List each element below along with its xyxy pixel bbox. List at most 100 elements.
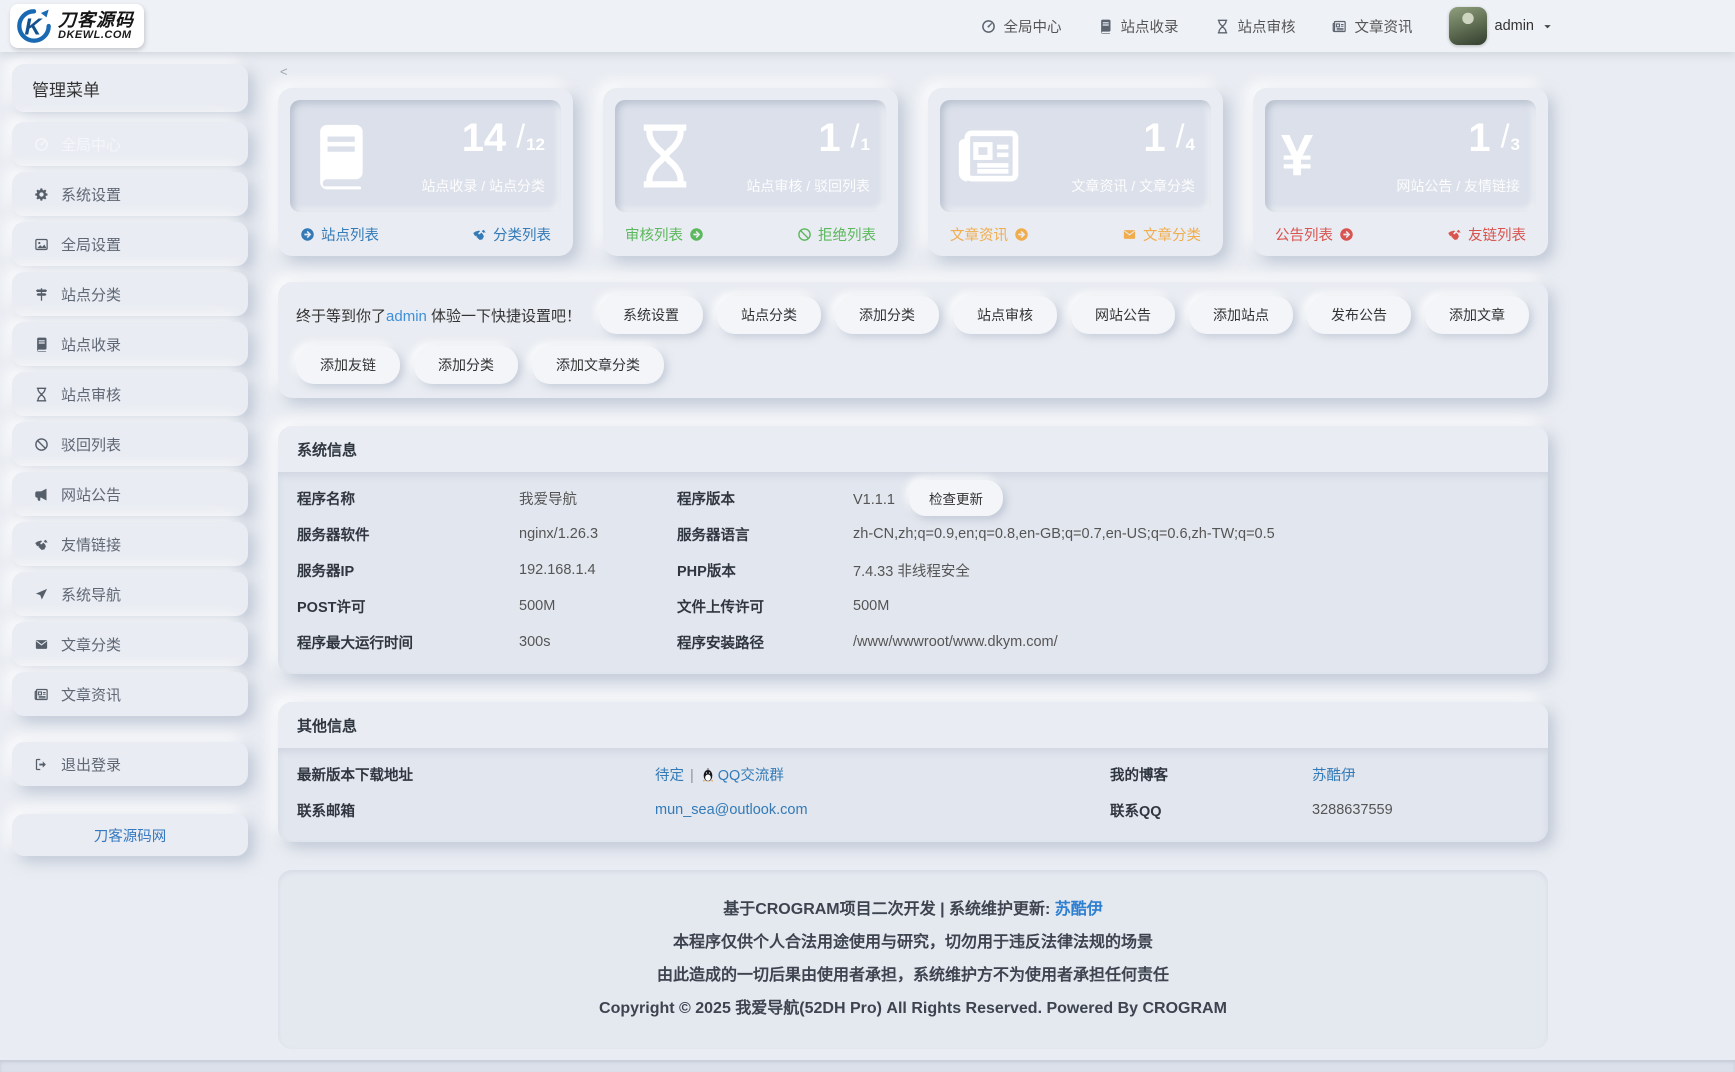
- nav-item-site-review[interactable]: 站点审核: [1215, 16, 1296, 37]
- stat-card-articles: 1 / 4 文章资讯 / 文章分类 文章资讯 文章分类: [928, 88, 1223, 256]
- category-list-link[interactable]: 分类列表: [472, 224, 551, 245]
- other-info-panel: 其他信息 最新版本下载地址 待定|QQ交流群 我的博客 苏酷伊 联系邮箱 mun…: [278, 702, 1548, 842]
- table-row: 最新版本下载地址 待定|QQ交流群 我的博客 苏酷伊: [297, 756, 1529, 792]
- nav-item-label: 全局中心: [1004, 16, 1062, 37]
- footer-line-copyright: Copyright © 2025 我爱导航(52DH Pro) All Righ…: [278, 994, 1548, 1018]
- quick-button-add-site[interactable]: 添加站点: [1189, 296, 1293, 334]
- sidebar-item-label: 站点审核: [61, 384, 121, 405]
- sidebar-item-label: 系统导航: [61, 584, 121, 605]
- stat-value: 1 / 3: [1468, 118, 1520, 158]
- announcement-list-link[interactable]: 公告列表: [1275, 224, 1354, 245]
- yen-icon: ¥: [1281, 127, 1313, 185]
- email-link[interactable]: mun_sea@outlook.com: [655, 802, 808, 818]
- qq-icon: [700, 768, 718, 784]
- table-row: 服务器IP 192.168.1.4 PHP版本 7.4.33 非线程安全: [297, 552, 1529, 588]
- stat-caption: 文章资讯 / 文章分类: [1071, 176, 1195, 196]
- sidebar-item-global-settings[interactable]: 全局设置: [12, 222, 248, 266]
- sidebar-item-system-nav[interactable]: 系统导航: [12, 572, 248, 616]
- sidebar-item-articles[interactable]: 文章资讯: [12, 672, 248, 716]
- sidebar-item-friend-links[interactable]: 友情链接: [12, 522, 248, 566]
- stat-card-review: 1 / 1 站点审核 / 驳回列表 审核列表 拒绝列表: [603, 88, 898, 256]
- stat-card-announcements: ¥ 1 / 3 网站公告 / 友情链接 公告列表 友链列表: [1253, 88, 1548, 256]
- book-icon: [1098, 19, 1113, 34]
- quick-setup-panel: 终于等到你了admin 体验一下快捷设置吧！ 系统设置 站点分类 添加分类 站点…: [278, 282, 1548, 398]
- table-row: 联系邮箱 mun_sea@outlook.com 联系QQ 3288637559: [297, 792, 1529, 828]
- footer-line-disclaimer-1: 本程序仅供个人合法用途使用与研究，切勿用于违反法律法规的场景: [278, 928, 1548, 952]
- brand-title: 刀客源码: [58, 11, 134, 30]
- stat-value: 14 / 12: [462, 118, 545, 158]
- sidebar-item-article-categories[interactable]: 文章分类: [12, 622, 248, 666]
- brand-logo-icon: K: [15, 7, 53, 45]
- check-update-button[interactable]: 检查更新: [909, 480, 1003, 516]
- sidebar-item-label: 文章分类: [61, 634, 121, 655]
- quick-button-system-settings[interactable]: 系统设置: [599, 296, 703, 334]
- quick-button-announcements[interactable]: 网站公告: [1071, 296, 1175, 334]
- quick-button-add-friendlink[interactable]: 添加友链: [296, 346, 400, 384]
- article-list-link[interactable]: 文章资讯: [950, 224, 1029, 245]
- avatar: [1449, 7, 1487, 45]
- arrow-circle-right-icon: [689, 227, 704, 242]
- quick-button-publish-announcement[interactable]: 发布公告: [1307, 296, 1411, 334]
- hourglass-icon: [32, 387, 50, 402]
- bottom-bar: [0, 1060, 1735, 1072]
- sidebar-item-system-settings[interactable]: 系统设置: [12, 172, 248, 216]
- handshake-icon: [1447, 227, 1462, 242]
- sidebar-item-site-records[interactable]: 站点收录: [12, 322, 248, 366]
- sidebar: 管理菜单 全局中心 系统设置 全局设置 站点分类 站点收录 站点审核 驳回列表 …: [12, 64, 248, 856]
- friendlink-list-link[interactable]: 友链列表: [1447, 224, 1526, 245]
- site-list-link[interactable]: 站点列表: [300, 224, 379, 245]
- stat-cards-row: 14 / 12 站点收录 / 站点分类 站点列表 分类列表: [278, 88, 1548, 256]
- sidebar-item-label: 全局设置: [61, 234, 121, 255]
- blog-link[interactable]: 苏酷伊: [1312, 768, 1356, 784]
- sidebar-item-label: 系统设置: [61, 184, 121, 205]
- sidebar-collapse-toggle[interactable]: <: [280, 64, 1548, 82]
- maintainer-link[interactable]: 苏酷伊: [1055, 901, 1103, 918]
- logout-button[interactable]: 退出登录: [12, 742, 248, 786]
- nav-item-dashboard[interactable]: 全局中心: [981, 16, 1062, 37]
- sidebar-item-announcements[interactable]: 网站公告: [12, 472, 248, 516]
- download-link[interactable]: 待定: [655, 768, 684, 784]
- quick-button-add-category[interactable]: 添加分类: [835, 296, 939, 334]
- handshake-icon: [32, 537, 50, 552]
- footer-line-credit: 基于CROGRAM项目二次开发 | 系统维护更新: 苏酷伊: [278, 895, 1548, 919]
- signout-icon: [32, 757, 50, 772]
- stat-value: 1 / 1: [818, 118, 870, 158]
- arrow-circle-right-icon: [1339, 227, 1354, 242]
- logout-label: 退出登录: [61, 754, 121, 775]
- newspaper-icon: [956, 122, 1024, 190]
- sidebar-item-label: 文章资讯: [61, 684, 121, 705]
- sidebar-item-site-review[interactable]: 站点审核: [12, 372, 248, 416]
- gear-icon: [32, 187, 50, 202]
- quick-button-add-article-category[interactable]: 添加文章分类: [532, 346, 664, 384]
- sidebar-item-label: 全局中心: [61, 134, 121, 155]
- system-info-panel: 系统信息 程序名称 我爱导航 程序版本 V1.1.1 检查更新 服务器软件 ng…: [278, 426, 1548, 674]
- quick-button-site-review[interactable]: 站点审核: [953, 296, 1057, 334]
- brand-domain: DKEWL.COM: [58, 30, 134, 42]
- nav-item-site-records[interactable]: 站点收录: [1098, 16, 1179, 37]
- sidebar-item-rejected-list[interactable]: 驳回列表: [12, 422, 248, 466]
- envelope-icon: [1122, 227, 1137, 242]
- book-icon: [32, 337, 50, 352]
- sidebar-item-label: 驳回列表: [61, 434, 121, 455]
- program-version: V1.1.1: [853, 492, 895, 508]
- quick-button-add-category-2[interactable]: 添加分类: [414, 346, 518, 384]
- table-row: 程序名称 我爱导航 程序版本 V1.1.1 检查更新: [297, 480, 1529, 516]
- article-category-link[interactable]: 文章分类: [1122, 224, 1201, 245]
- top-navbar: K 刀客源码 DKEWL.COM 全局中心 站点收录 站点审核 文章资讯 adm…: [0, 0, 1735, 52]
- quick-button-site-categories[interactable]: 站点分类: [717, 296, 821, 334]
- quick-button-add-article[interactable]: 添加文章: [1425, 296, 1529, 334]
- arrow-circle-right-icon: [1014, 227, 1029, 242]
- welcome-username[interactable]: admin: [386, 308, 427, 325]
- sidebar-item-site-categories[interactable]: 站点分类: [12, 272, 248, 316]
- sidebar-site-link[interactable]: 刀客源码网: [12, 814, 248, 856]
- nav-item-articles[interactable]: 文章资讯: [1332, 16, 1413, 37]
- sidebar-item-dashboard[interactable]: 全局中心: [12, 122, 248, 166]
- rejected-list-link[interactable]: 拒绝列表: [797, 224, 876, 245]
- newspaper-icon: [32, 687, 50, 702]
- review-list-link[interactable]: 审核列表: [625, 224, 704, 245]
- qq-group-link[interactable]: QQ交流群: [718, 768, 784, 784]
- ban-icon: [797, 227, 812, 242]
- arrow-circle-right-icon: [300, 227, 315, 242]
- brand-logo[interactable]: K 刀客源码 DKEWL.COM: [10, 4, 144, 48]
- user-menu[interactable]: admin: [1449, 7, 1554, 45]
